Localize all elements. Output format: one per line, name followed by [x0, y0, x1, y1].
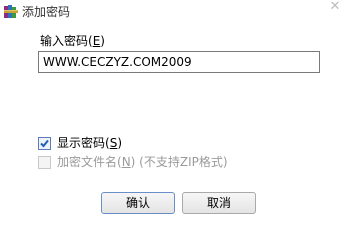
password-label-text: 输入密码( [40, 34, 93, 48]
close-button[interactable]: ✕ [324, 0, 346, 16]
check-icon [40, 139, 49, 147]
encrypt-filenames-text: 加密文件名( [57, 155, 122, 169]
winrar-books-icon [3, 4, 19, 19]
show-password-option[interactable]: 显示密码(S) [38, 135, 122, 151]
show-password-label: 显示密码(S) [57, 136, 122, 150]
show-password-checkbox[interactable] [38, 136, 51, 150]
password-label: 输入密码(E) [40, 34, 105, 48]
ok-button[interactable]: 确认 [101, 192, 175, 214]
add-password-dialog: 添加密码 ✕ 输入密码(E) 显示密码(S) 加密文件名(N) (不支持ZIP格… [0, 0, 350, 226]
password-label-end: ) [100, 34, 105, 48]
title-bar: 添加密码 ✕ [0, 0, 350, 24]
encrypt-filenames-accesskey: N [121, 155, 131, 169]
encrypt-filenames-label: 加密文件名(N) (不支持ZIP格式) [57, 155, 228, 169]
cancel-button[interactable]: 取消 [182, 192, 256, 214]
zip-unsupported-note: (不支持ZIP格式) [135, 155, 228, 169]
window-title: 添加密码 [22, 5, 71, 19]
close-icon: ✕ [329, 0, 341, 14]
show-password-end: ) [117, 136, 122, 150]
password-input[interactable] [38, 51, 320, 73]
encrypt-filenames-checkbox [38, 155, 51, 169]
show-password-text: 显示密码( [57, 136, 110, 150]
encrypt-filenames-option: 加密文件名(N) (不支持ZIP格式) [38, 154, 228, 170]
